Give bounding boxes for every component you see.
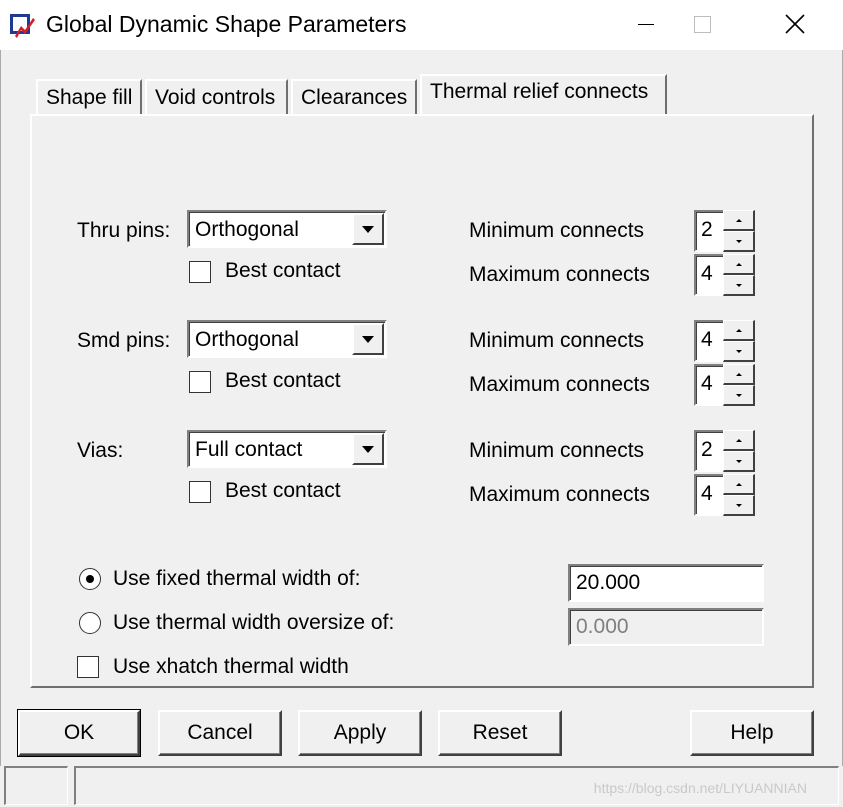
- spin-down-button[interactable]: [723, 275, 755, 296]
- arrow-down-icon: [735, 503, 742, 507]
- spin-up-button[interactable]: [723, 430, 755, 451]
- close-icon: [785, 14, 805, 34]
- reset-button[interactable]: Reset: [438, 710, 562, 756]
- oversize-width-input: 0.000: [568, 608, 764, 646]
- status-bar: https://blog.csdn.net/LIYUANNIAN: [0, 766, 843, 807]
- spin-up-button[interactable]: [723, 210, 755, 231]
- thru-pins-min-label: Minimum connects: [469, 219, 645, 242]
- arrow-down-icon: [735, 283, 742, 287]
- spin-down-button[interactable]: [723, 495, 755, 516]
- smd-pins-max-label: Maximum connects: [469, 373, 650, 396]
- fixed-width-input[interactable]: 20.000: [568, 564, 764, 602]
- minimize-button[interactable]: [618, 0, 674, 48]
- cancel-button[interactable]: Cancel: [158, 710, 282, 756]
- minimize-icon: [638, 23, 654, 25]
- vias-best-contact-checkbox[interactable]: [189, 481, 211, 503]
- vias-min-value[interactable]: 2: [694, 430, 724, 472]
- thru-pins-max-spinner[interactable]: 4: [694, 254, 756, 296]
- tab-shape-fill[interactable]: Shape fill: [36, 79, 142, 115]
- apply-button[interactable]: Apply: [298, 710, 422, 756]
- window-title: Global Dynamic Shape Parameters: [46, 11, 407, 37]
- tab-clearances[interactable]: Clearances: [291, 79, 417, 115]
- arrow-up-icon: [735, 218, 742, 222]
- vias-max-spinner[interactable]: 4: [694, 474, 756, 516]
- watermark-text: https://blog.csdn.net/LIYUANNIAN: [593, 780, 807, 796]
- xhatch-width-checkbox[interactable]: [77, 656, 99, 678]
- help-button[interactable]: Help: [690, 710, 814, 756]
- smd-pins-best-contact-label: Best contact: [225, 369, 341, 392]
- spin-up-button[interactable]: [723, 364, 755, 385]
- thru-pins-max-value[interactable]: 4: [694, 254, 724, 296]
- thru-pins-max-label: Maximum connects: [469, 263, 650, 286]
- smd-pins-min-value[interactable]: 4: [694, 320, 724, 362]
- maximize-icon: [693, 15, 711, 33]
- spin-up-button[interactable]: [723, 254, 755, 275]
- spin-down-button[interactable]: [723, 451, 755, 472]
- chevron-down-icon: [362, 445, 374, 453]
- thru-pins-best-contact-label: Best contact: [225, 259, 341, 282]
- radio-selected-dot: [86, 575, 94, 583]
- smd-pins-label: Smd pins:: [77, 329, 171, 352]
- vias-min-spinner[interactable]: 2: [694, 430, 756, 472]
- arrow-up-icon: [735, 262, 742, 266]
- app-icon: [10, 14, 35, 38]
- spin-down-button[interactable]: [723, 231, 755, 252]
- spin-down-button[interactable]: [723, 341, 755, 362]
- arrow-up-icon: [735, 482, 742, 486]
- vias-value: Full contact: [195, 438, 303, 461]
- tab-thermal-relief-connects[interactable]: Thermal relief connects: [420, 74, 667, 114]
- thru-pins-label: Thru pins:: [77, 219, 171, 242]
- dropdown-arrow-button[interactable]: [352, 433, 384, 465]
- vias-max-value[interactable]: 4: [694, 474, 724, 516]
- arrow-up-icon: [735, 328, 742, 332]
- arrow-down-icon: [735, 239, 742, 243]
- smd-pins-max-value[interactable]: 4: [694, 364, 724, 406]
- smd-pins-min-label: Minimum connects: [469, 329, 645, 352]
- arrow-down-icon: [735, 349, 742, 353]
- smd-pins-value: Orthogonal: [195, 328, 299, 351]
- smd-pins-max-spinner[interactable]: 4: [694, 364, 756, 406]
- tab-label: Shape fill: [46, 86, 133, 109]
- oversize-width-label: Use thermal width oversize of:: [113, 611, 395, 634]
- status-cell: [4, 766, 68, 805]
- arrow-up-icon: [735, 372, 742, 376]
- smd-pins-min-spinner[interactable]: 4: [694, 320, 756, 362]
- spin-up-button[interactable]: [723, 320, 755, 341]
- tab-label: Clearances: [301, 86, 408, 109]
- spin-down-button[interactable]: [723, 385, 755, 406]
- smd-pins-best-contact-checkbox[interactable]: [189, 371, 211, 393]
- vias-select[interactable]: Full contact: [187, 430, 387, 468]
- fixed-width-radio[interactable]: [79, 568, 101, 590]
- xhatch-width-label: Use xhatch thermal width: [113, 655, 349, 678]
- close-button[interactable]: [767, 0, 823, 48]
- oversize-width-radio[interactable]: [79, 612, 101, 634]
- tab-label: Void controls: [155, 86, 276, 109]
- arrow-down-icon: [735, 459, 742, 463]
- ok-button[interactable]: OK: [17, 709, 141, 757]
- vias-max-label: Maximum connects: [469, 483, 650, 506]
- spin-up-button[interactable]: [723, 474, 755, 495]
- thru-pins-min-spinner[interactable]: 2: [694, 210, 756, 252]
- arrow-up-icon: [735, 438, 742, 442]
- arrow-down-icon: [735, 393, 742, 397]
- vias-label: Vias:: [77, 439, 124, 462]
- fixed-width-label: Use fixed thermal width of:: [113, 567, 361, 590]
- vias-best-contact-label: Best contact: [225, 479, 341, 502]
- tab-void-controls[interactable]: Void controls: [145, 79, 288, 115]
- title-bar: Global Dynamic Shape Parameters: [0, 0, 843, 50]
- chevron-down-icon: [362, 225, 374, 233]
- thru-pins-min-value[interactable]: 2: [694, 210, 724, 252]
- thru-pins-value: Orthogonal: [195, 218, 299, 241]
- thru-pins-select[interactable]: Orthogonal: [187, 210, 387, 248]
- vias-min-label: Minimum connects: [469, 439, 645, 462]
- smd-pins-select[interactable]: Orthogonal: [187, 320, 387, 358]
- dropdown-arrow-button[interactable]: [352, 323, 384, 355]
- dropdown-arrow-button[interactable]: [352, 213, 384, 245]
- thru-pins-best-contact-checkbox[interactable]: [189, 261, 211, 283]
- chevron-down-icon: [362, 335, 374, 343]
- maximize-button: [674, 0, 730, 48]
- tab-label: Thermal relief connects: [430, 80, 649, 103]
